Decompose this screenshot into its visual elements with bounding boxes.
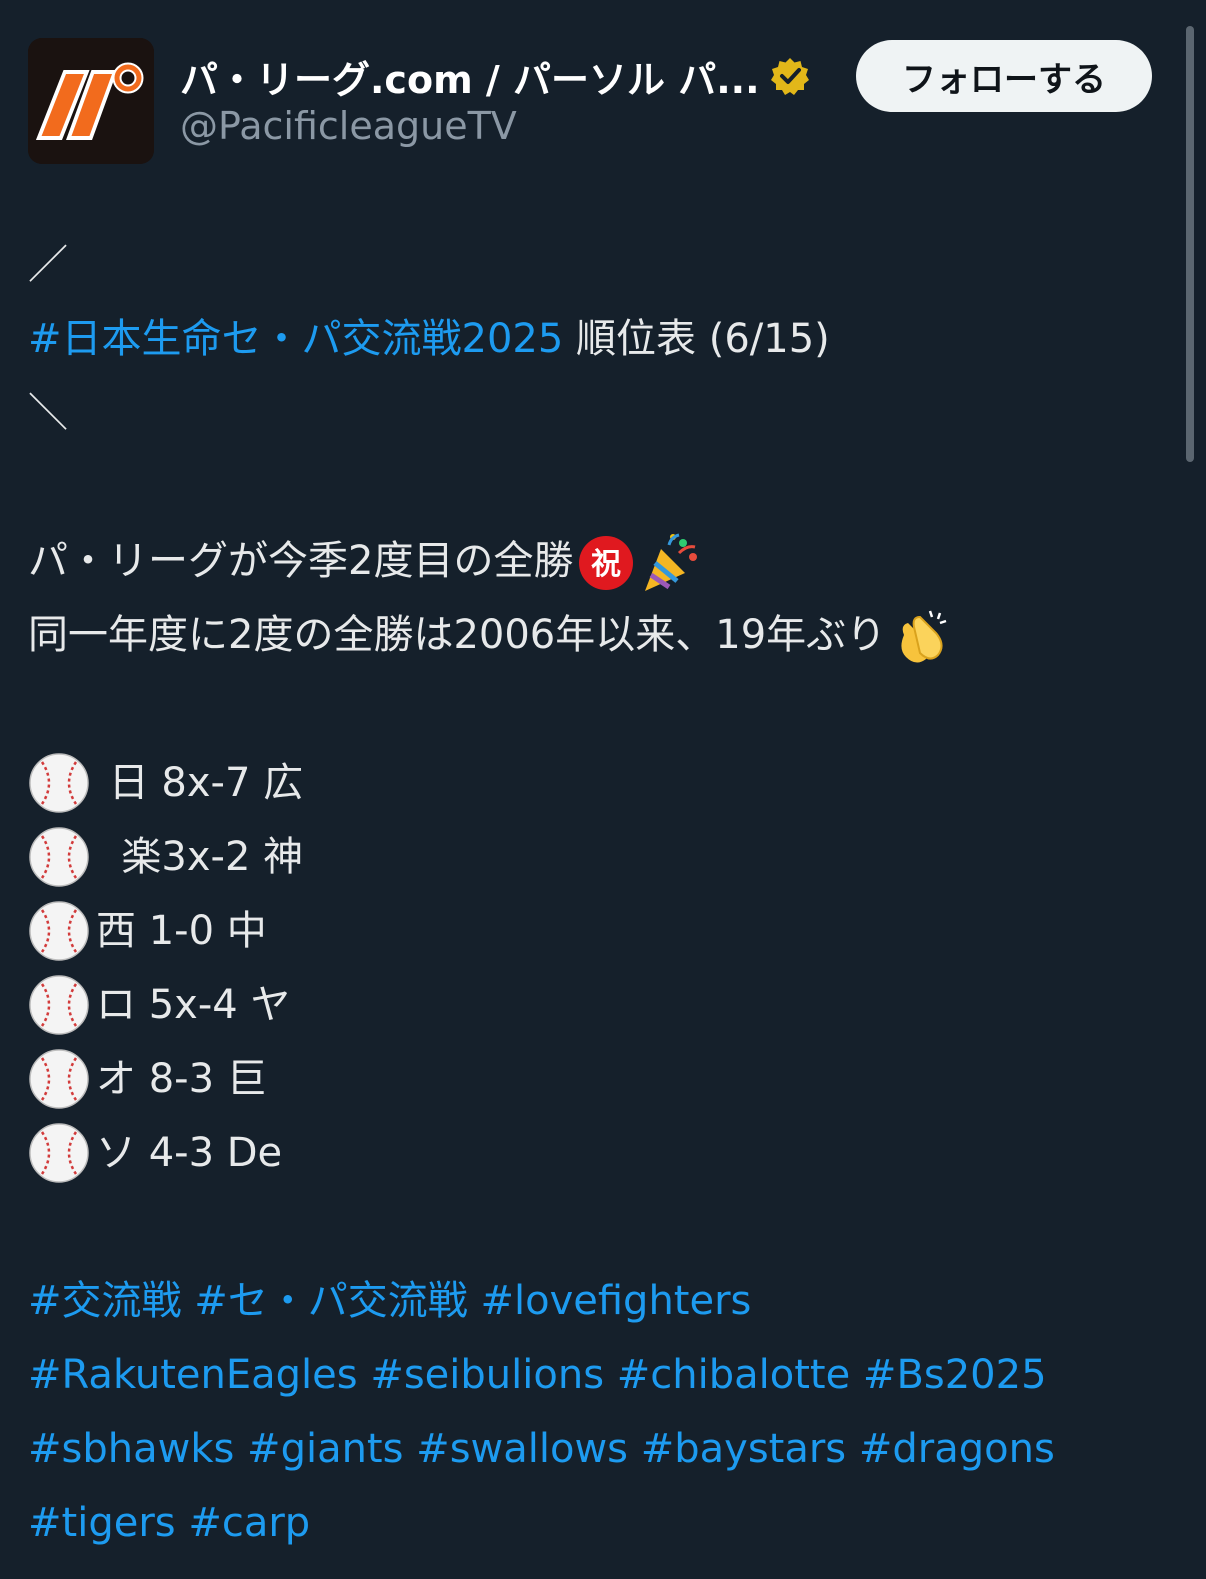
pacific-league-logo: [28, 38, 154, 164]
score-text: 西 1-0 中: [96, 908, 267, 954]
score-list: 日 8x-7 広 楽3x-2 神西 1-0 中ロ 5x-4 ヤオ 8-3 巨ソ …: [28, 746, 1168, 1190]
hashtag-link[interactable]: #tigers: [28, 1500, 176, 1546]
hashtag-link[interactable]: #swallows: [416, 1426, 628, 1472]
score-text: ソ 4-3 De: [96, 1130, 283, 1176]
account-avatar[interactable]: [28, 38, 154, 164]
hashtag-link[interactable]: #carp: [188, 1500, 310, 1546]
score-line: 日 8x-7 広: [28, 746, 1168, 820]
hashtag-link[interactable]: #lovefighters: [480, 1278, 751, 1324]
hashtag-link[interactable]: #giants: [247, 1426, 403, 1472]
score-text: オ 8-3 巨: [96, 1056, 267, 1102]
hashtag-line: #RakutenEagles #seibulions #chibalotte #…: [28, 1338, 1168, 1412]
hashtag-link[interactable]: #sbhawks: [28, 1426, 234, 1472]
baseball-icon: [28, 1048, 90, 1110]
slash-bottom: ＼: [28, 390, 68, 436]
hashtag-block: #交流戦 #セ・パ交流戦 #lovefighters #RakutenEagles…: [28, 1264, 1168, 1560]
baseball-icon: [28, 826, 90, 888]
account-handle[interactable]: @PacificleagueTV: [180, 104, 517, 148]
hashtag-link[interactable]: #交流戦: [28, 1278, 182, 1324]
hashtag-line: #sbhawks #giants #swallows #baystars #dr…: [28, 1412, 1168, 1486]
scrollbar[interactable]: [1186, 26, 1194, 462]
score-line: ロ 5x-4 ヤ: [28, 968, 1168, 1042]
slash-top: ／: [28, 242, 68, 288]
verified-badge-icon: [770, 56, 810, 96]
score-line: オ 8-3 巨: [28, 1042, 1168, 1116]
score-line: ソ 4-3 De: [28, 1116, 1168, 1190]
title-line: #日本生命セ・パ交流戦2025 順位表 (6/15): [28, 302, 1168, 376]
score-line: 西 1-0 中: [28, 894, 1168, 968]
score-text: ロ 5x-4 ヤ: [96, 982, 291, 1028]
follow-button[interactable]: フォローする: [856, 40, 1152, 112]
hashtag-line: #tigers #carp: [28, 1486, 1168, 1560]
hashtag-link[interactable]: #baystars: [641, 1426, 846, 1472]
hashtag-link[interactable]: #dragons: [859, 1426, 1055, 1472]
score-text: 楽3x-2 神: [96, 834, 304, 880]
hashtag-link[interactable]: #chibalotte: [617, 1352, 850, 1398]
clapping-hands-icon: [890, 605, 954, 669]
svg-text:祝: 祝: [591, 547, 621, 582]
announcement-line-1: パ・リーグが今季2度目の全勝 祝: [28, 524, 1168, 598]
party-popper-icon: [639, 531, 703, 595]
hashtag-link[interactable]: #RakutenEagles: [28, 1352, 358, 1398]
post-body: ／ #日本生命セ・パ交流戦2025 順位表 (6/15) ＼ パ・リーグが今季2…: [28, 228, 1168, 1560]
hashtag-link[interactable]: #Bs2025: [863, 1352, 1047, 1398]
celebration-symbol-icon: 祝: [577, 534, 635, 592]
announcement-line-2: 同一年度に2度の全勝は2006年以来、19年ぶり: [28, 598, 1168, 672]
display-name-text[interactable]: パ・リーグ.com / パーソル パ...: [180, 49, 760, 104]
hashtag-link[interactable]: #セ・パ交流戦: [194, 1278, 468, 1324]
hashtag-line: #交流戦 #セ・パ交流戦 #lovefighters: [28, 1264, 1168, 1338]
score-line: 楽3x-2 神: [28, 820, 1168, 894]
announcement-text-1: パ・リーグが今季2度目の全勝: [28, 538, 574, 584]
baseball-icon: [28, 752, 90, 814]
account-display-name[interactable]: パ・リーグ.com / パーソル パ...: [180, 50, 810, 102]
baseball-icon: [28, 974, 90, 1036]
title-text: 順位表 (6/15): [563, 316, 830, 362]
score-text: 日 8x-7 広: [96, 760, 304, 806]
hashtag-link[interactable]: #seibulions: [370, 1352, 604, 1398]
hashtag-link[interactable]: #日本生命セ・パ交流戦2025: [28, 316, 563, 362]
baseball-icon: [28, 1122, 90, 1184]
baseball-icon: [28, 900, 90, 962]
announcement-text-2: 同一年度に2度の全勝は2006年以来、19年ぶり: [28, 612, 887, 658]
